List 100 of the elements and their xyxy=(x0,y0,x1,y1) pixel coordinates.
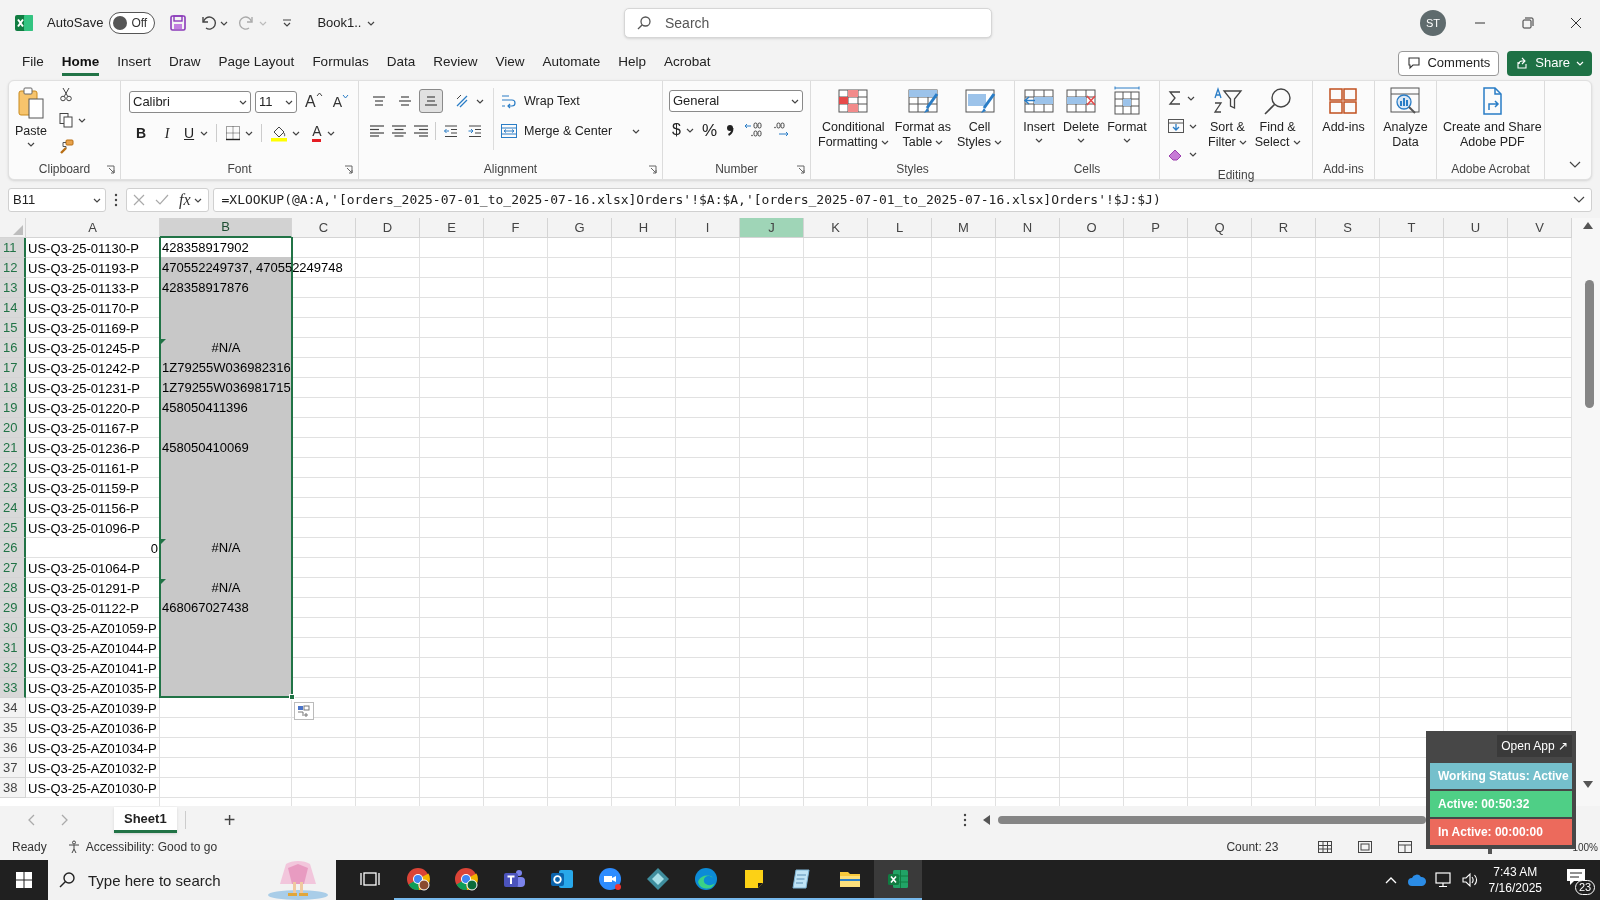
row-header[interactable]: 32 xyxy=(0,658,26,678)
menu-tab[interactable]: Home xyxy=(52,50,109,76)
network-icon[interactable] xyxy=(1434,872,1453,888)
decrease-font-size-button[interactable]: A xyxy=(332,91,349,113)
scrollbar-thumb[interactable] xyxy=(1585,280,1594,408)
percent-style-button[interactable]: % xyxy=(698,118,721,142)
column-header[interactable]: G xyxy=(548,218,612,238)
row-header[interactable]: 29 xyxy=(0,598,26,618)
italic-button[interactable]: I xyxy=(155,121,179,145)
row-header[interactable]: 23 xyxy=(0,478,26,498)
delete-button[interactable]: Delete xyxy=(1061,84,1102,143)
menu-tab[interactable]: Formulas xyxy=(303,50,378,76)
column-header[interactable]: F xyxy=(484,218,548,238)
show-hidden-icons-icon[interactable] xyxy=(1384,876,1397,884)
insert-function-button[interactable]: fx xyxy=(179,188,202,212)
row-header[interactable]: 30 xyxy=(0,618,26,638)
column-header[interactable]: H xyxy=(612,218,676,238)
vertical-scrollbar[interactable] xyxy=(1572,218,1600,806)
column-header[interactable]: I xyxy=(676,218,740,238)
paste-button[interactable]: Paste xyxy=(13,84,49,147)
column-header[interactable]: S xyxy=(1316,218,1380,238)
dialog-launcher-icon[interactable] xyxy=(648,165,657,174)
page-break-view-icon[interactable] xyxy=(1398,841,1413,853)
page-layout-view-icon[interactable] xyxy=(1358,841,1373,853)
menu-tab[interactable]: Acrobat xyxy=(655,50,720,76)
add-ins-button[interactable]: Add-ins xyxy=(1320,84,1367,135)
column-header[interactable]: J xyxy=(740,218,804,238)
column-header[interactable]: K xyxy=(804,218,868,238)
column-header[interactable]: M xyxy=(932,218,996,238)
merge-center-button[interactable]: Merge & Center xyxy=(500,119,641,143)
active-cell[interactable]: 428358917902 xyxy=(161,238,291,257)
number-format-dropdown[interactable]: General xyxy=(669,90,803,112)
dialog-launcher-icon[interactable] xyxy=(796,165,805,174)
user-avatar[interactable]: ST xyxy=(1420,10,1446,36)
format-as-table-button[interactable]: Format as Table xyxy=(892,84,953,150)
expand-formula-icon[interactable] xyxy=(1573,196,1585,204)
more-options-icon[interactable] xyxy=(963,813,967,827)
column-header[interactable]: B xyxy=(160,218,292,238)
row-header[interactable]: 17 xyxy=(0,358,26,378)
spreadsheet-logo-icon[interactable] xyxy=(14,13,34,33)
document-title[interactable]: Book1.. xyxy=(317,13,376,33)
increase-font-size-button[interactable]: A xyxy=(305,90,323,114)
menu-tab[interactable]: File xyxy=(13,50,53,76)
customize-icon[interactable] xyxy=(281,17,294,29)
column-header[interactable]: U xyxy=(1444,218,1508,238)
analyze-data-button[interactable]: Analyze Data xyxy=(1381,84,1430,150)
bottom-align-button[interactable] xyxy=(419,89,443,113)
insert-button[interactable]: Insert xyxy=(1021,84,1057,143)
format-button[interactable]: Format xyxy=(1105,84,1149,143)
formula-field[interactable]: =XLOOKUP(@A:A,'[orders_2025-07-01_to_2025-07-16.xlsx]Orders'!$A:$A,'[orders_2025-07-01_to_2025-07-16.xlsx]Orders'!$J:$J) xyxy=(212,188,1592,212)
dialog-launcher-icon[interactable] xyxy=(106,165,115,174)
cloud-icon[interactable] xyxy=(1406,873,1427,887)
row-header[interactable]: 27 xyxy=(0,558,26,578)
column-header[interactable]: E xyxy=(420,218,484,238)
currency-format-button[interactable]: $ xyxy=(669,118,697,142)
row-header[interactable]: 19 xyxy=(0,398,26,418)
cell-styles-button[interactable]: Cell Styles xyxy=(955,84,1005,150)
column-header[interactable]: C xyxy=(292,218,356,238)
row-header[interactable]: 36 xyxy=(0,738,26,758)
scroll-down-icon[interactable] xyxy=(1583,781,1593,788)
search-field[interactable]: Search xyxy=(624,8,992,38)
quick-analysis-icon[interactable] xyxy=(294,702,314,720)
create-share-pdf-button[interactable]: Create and Share Adobe PDF xyxy=(1441,84,1544,150)
comments-button[interactable]: Comments xyxy=(1398,50,1500,76)
normal-view-icon[interactable] xyxy=(1318,841,1333,853)
row-header[interactable]: 24 xyxy=(0,498,26,518)
column-header[interactable]: V xyxy=(1508,218,1572,238)
row-header[interactable]: 31 xyxy=(0,638,26,658)
accessibility-status[interactable]: Accessibility: Good to go xyxy=(66,838,218,856)
open-app-button[interactable]: Open App ↗ xyxy=(1497,735,1572,757)
column-header[interactable]: A xyxy=(26,218,160,238)
row-header[interactable]: 18 xyxy=(0,378,26,398)
row-header[interactable]: 25 xyxy=(0,518,26,538)
scroll-up-icon[interactable] xyxy=(1583,222,1593,229)
row-header[interactable]: 28 xyxy=(0,578,26,598)
menu-tab[interactable]: View xyxy=(486,50,534,76)
row-header[interactable]: 38 xyxy=(0,778,26,798)
font-color-button[interactable]: A xyxy=(309,121,339,145)
menu-tab[interactable]: Automate xyxy=(533,50,610,76)
share-button[interactable]: Share xyxy=(1507,50,1592,76)
menu-tab[interactable]: Draw xyxy=(160,50,210,76)
menu-tab[interactable]: Insert xyxy=(108,50,161,76)
column-header[interactable]: R xyxy=(1252,218,1316,238)
dialog-launcher-icon[interactable] xyxy=(344,165,353,174)
column-header[interactable]: L xyxy=(868,218,932,238)
row-header[interactable]: 34 xyxy=(0,698,26,718)
column-header[interactable]: Q xyxy=(1188,218,1252,238)
scroll-left-icon[interactable] xyxy=(983,815,990,825)
row-header[interactable]: 26 xyxy=(0,538,26,558)
collapse-ribbon-icon[interactable] xyxy=(1569,161,1581,169)
notification-button[interactable]: 23 xyxy=(1564,860,1594,900)
add-sheet-button[interactable]: + xyxy=(223,810,236,830)
column-header[interactable]: P xyxy=(1124,218,1188,238)
row-header[interactable]: 16 xyxy=(0,338,26,358)
row-header[interactable]: 35 xyxy=(0,718,26,738)
bold-button[interactable]: B xyxy=(129,121,153,145)
row-header[interactable]: 12 xyxy=(0,258,26,278)
fill-handle[interactable] xyxy=(289,694,295,700)
more-options-icon[interactable] xyxy=(114,193,118,207)
font-size-dropdown[interactable]: 11 xyxy=(255,91,297,113)
